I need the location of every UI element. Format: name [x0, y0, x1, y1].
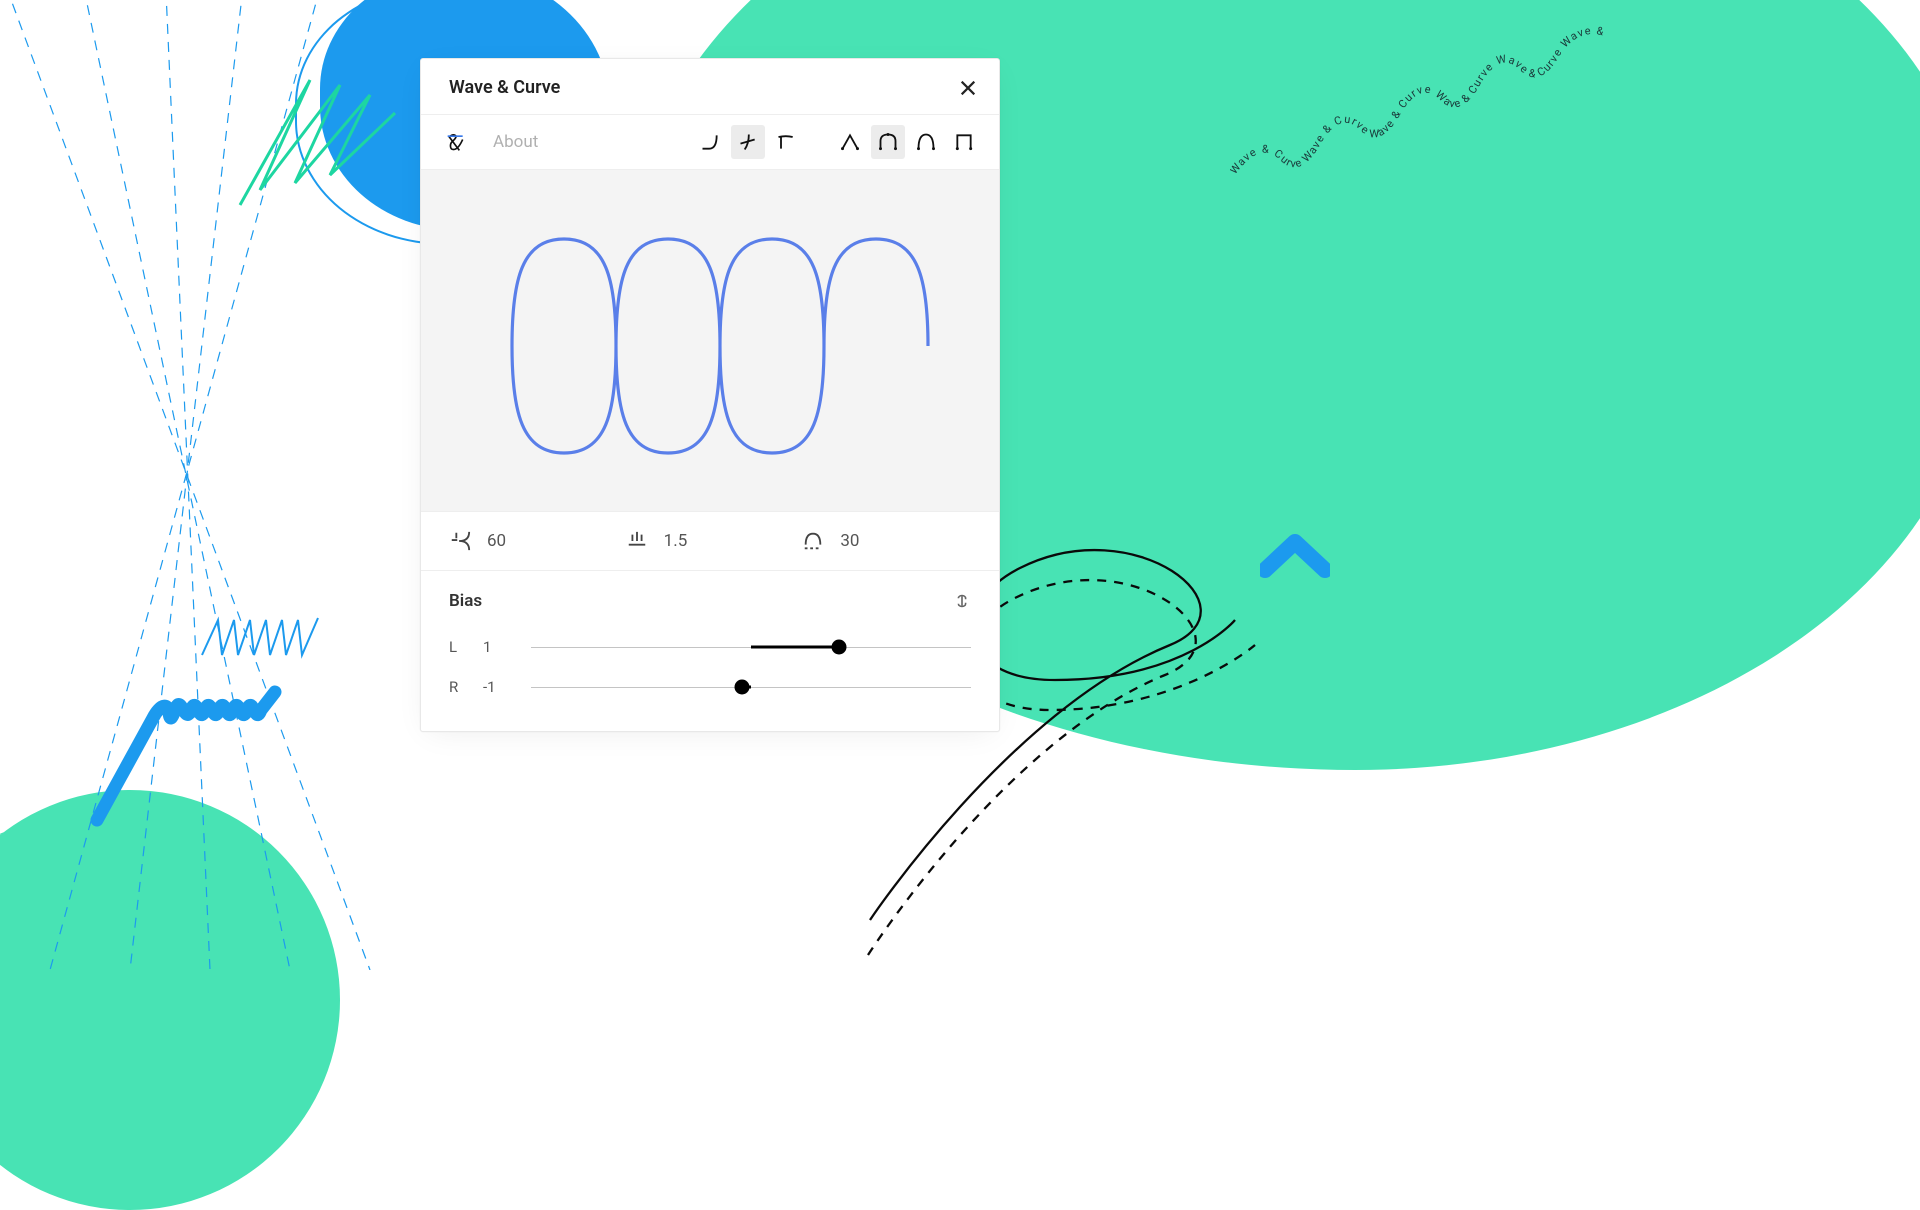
curve-mode-1[interactable]: [693, 125, 727, 159]
bias-row-L: L 1: [449, 627, 971, 667]
close-icon[interactable]: [959, 79, 977, 97]
param-curve[interactable]: 30: [802, 530, 971, 552]
scribble-teal: [235, 75, 405, 225]
preview-curve: [460, 211, 960, 471]
bias-row-R: R -1: [449, 667, 971, 707]
param-row: 60 1.5 30: [421, 512, 999, 571]
waveform-square[interactable]: [947, 125, 981, 159]
bias-R-label: R: [449, 678, 463, 696]
wave-curve-panel: Wave & Curve About: [420, 58, 1000, 732]
curve-mode-2[interactable]: [731, 125, 765, 159]
param-stroke[interactable]: 1.5: [626, 530, 795, 552]
bias-section: Bias L 1 R -1: [421, 571, 999, 731]
wave-small-blue: [200, 610, 340, 670]
bias-R-slider[interactable]: [531, 677, 971, 697]
chevron-icon: [1260, 530, 1330, 580]
bias-L-value: 1: [483, 638, 511, 656]
wave-text-decor: Wave & Curve Wave & Curve Wave & Curve W…: [1230, 20, 1630, 200]
param-curve-value: 30: [840, 531, 859, 551]
wave-preview: [421, 170, 999, 512]
param-stroke-value: 1.5: [664, 531, 688, 551]
waveform-round[interactable]: [909, 125, 943, 159]
param-angle[interactable]: 60: [449, 530, 618, 552]
param-angle-value: 60: [487, 531, 506, 551]
about-link[interactable]: About: [493, 132, 538, 152]
curve-mode-3[interactable]: [769, 125, 803, 159]
svg-text:Wave & Curve Wave & Curve Wave: Wave & Curve Wave & Curve Wave & Curve W…: [1230, 20, 1611, 177]
waveform-arch[interactable]: [871, 125, 905, 159]
bias-R-value: -1: [483, 678, 511, 696]
bias-L-label: L: [449, 638, 463, 656]
bias-label: Bias: [449, 591, 482, 611]
bias-L-slider[interactable]: [531, 637, 971, 657]
toolbar: About: [421, 115, 999, 170]
link-icon[interactable]: [953, 591, 971, 611]
panel-title: Wave & Curve: [449, 77, 560, 98]
waveform-tri[interactable]: [833, 125, 867, 159]
ampersand-tool[interactable]: [439, 125, 473, 159]
panel-header: Wave & Curve: [421, 59, 999, 115]
squiggle-blue: [85, 680, 315, 830]
